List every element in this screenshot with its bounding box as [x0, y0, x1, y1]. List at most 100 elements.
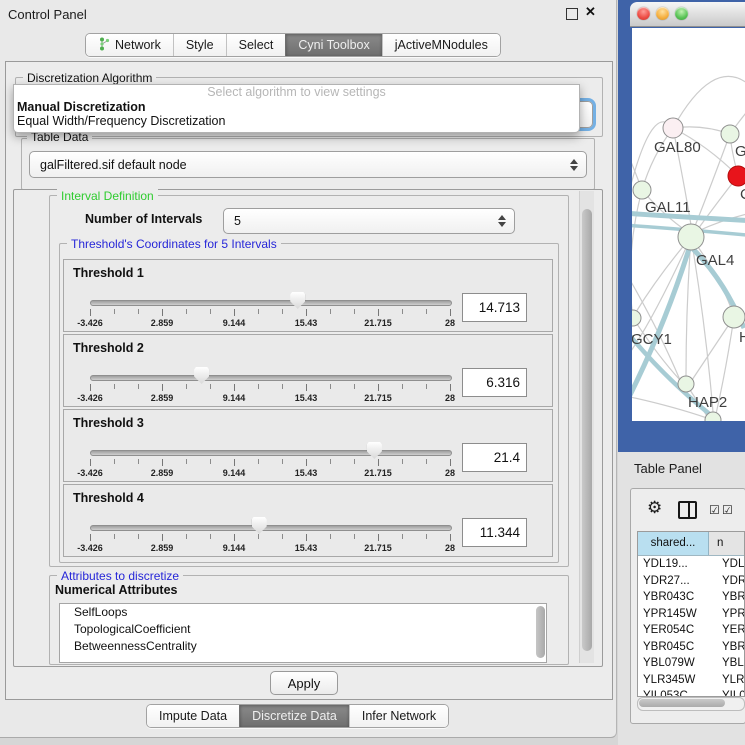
dropdown-option-manual-discretization[interactable]: Manual Discretization [14, 100, 579, 114]
node-attribute-table[interactable]: shared... n YDL19...YDL1YDR27...YDR2YBR0… [637, 531, 745, 697]
threshold-value-field[interactable] [462, 443, 527, 472]
cell-shared-name[interactable]: YBL079W [638, 655, 714, 672]
network-node[interactable] [632, 310, 641, 326]
cell-name[interactable]: YLR3 [714, 672, 744, 689]
threshold-value-field[interactable] [462, 368, 527, 397]
tab-infer-network[interactable]: Infer Network [349, 705, 448, 727]
attribute-item-betweennesscentrality[interactable]: BetweennessCentrality [60, 638, 546, 655]
cell-shared-name[interactable]: YBR045C [638, 639, 714, 656]
slider-track[interactable] [90, 450, 452, 456]
cell-shared-name[interactable]: YIL053C [638, 688, 714, 697]
tab-select[interactable]: Select [226, 34, 286, 56]
float-window-icon[interactable] [566, 8, 578, 20]
slider-handle[interactable] [252, 517, 267, 534]
threshold-value-field[interactable] [462, 293, 527, 322]
close-icon[interactable]: ✕ [585, 4, 596, 20]
network-node[interactable] [663, 118, 683, 138]
column-header-shared-name[interactable]: shared... [638, 532, 709, 555]
cell-name[interactable]: YIL0 [714, 688, 744, 697]
tab-style[interactable]: Style [173, 34, 226, 56]
slider-track[interactable] [90, 375, 452, 381]
table-row[interactable]: YBL079WYBL0 [638, 655, 744, 672]
list-scrollbar-thumb[interactable] [536, 606, 545, 658]
slider-handle[interactable] [194, 367, 209, 384]
table-horizontal-scrollbar[interactable] [637, 697, 745, 711]
cell-shared-name[interactable]: YDL19... [638, 556, 714, 573]
network-node[interactable] [678, 376, 694, 392]
cell-name[interactable]: YBR0 [714, 639, 744, 656]
cell-shared-name[interactable]: YDR27... [638, 573, 714, 590]
slider-handle[interactable] [290, 292, 305, 309]
slider-track[interactable] [90, 525, 452, 531]
table-row[interactable]: YPR145WYPR1 [638, 606, 744, 623]
table-row[interactable]: YLR345WYLR3 [638, 672, 744, 689]
cell-shared-name[interactable]: YLR345W [638, 672, 714, 689]
network-window-titlebar[interactable] [630, 2, 745, 27]
apply-button[interactable]: Apply [270, 671, 338, 695]
zoom-traffic-light-icon[interactable] [675, 7, 688, 20]
panel-scrollbar-thumb[interactable] [582, 209, 592, 651]
tab-impute-data[interactable]: Impute Data [147, 705, 239, 727]
numerical-attributes-label: Numerical Attributes [55, 583, 177, 597]
number-of-intervals-combobox[interactable]: 5 [223, 208, 515, 234]
slider-tick [306, 309, 307, 316]
cell-shared-name[interactable]: YER054C [638, 622, 714, 639]
slider-tick [114, 534, 115, 539]
cell-name[interactable]: YDR2 [714, 573, 744, 590]
tab-cyni-toolbox[interactable]: Cyni Toolbox [285, 34, 381, 56]
table-row[interactable]: YDR27...YDR2 [638, 573, 744, 590]
dropdown-option-equal-width-frequency-discretization[interactable]: Equal Width/Frequency Discretization [14, 114, 579, 128]
cell-shared-name[interactable]: YBR043C [638, 589, 714, 606]
cell-name[interactable]: YBR0 [714, 589, 744, 606]
close-traffic-light-icon[interactable] [637, 7, 650, 20]
table-row[interactable]: YBR045CYBR0 [638, 639, 744, 656]
attribute-item-topologicalcoefficient[interactable]: TopologicalCoefficient [60, 621, 546, 638]
slider-tick-label: 2.859 [132, 393, 192, 403]
slider-tick [354, 384, 355, 389]
table-row[interactable]: YER054CYER0 [638, 622, 744, 639]
numerical-attributes-list[interactable]: SelfLoopsTopologicalCoefficientBetweenne… [59, 603, 547, 663]
threshold-value-field[interactable] [462, 518, 527, 547]
column-header-name[interactable]: n [709, 532, 744, 555]
cell-name[interactable]: YPR1 [714, 606, 744, 623]
slider-handle[interactable] [367, 442, 382, 459]
tab-jactivemnodules[interactable]: jActiveMNodules [382, 34, 500, 56]
minimize-traffic-light-icon[interactable] [656, 7, 669, 20]
table-row[interactable]: YIL053CYIL0 [638, 688, 744, 697]
tab-discretize-data[interactable]: Discretize Data [239, 705, 349, 727]
network-node[interactable] [633, 181, 651, 199]
cell-name[interactable]: YER0 [714, 622, 744, 639]
table-row[interactable]: YBR043CYBR0 [638, 589, 744, 606]
network-node[interactable] [678, 224, 704, 250]
checkbox-select-all-icon[interactable]: ☑ [722, 503, 733, 517]
threshold-label: Threshold 2 [73, 341, 144, 355]
checkbox-select-icon[interactable]: ☑ [709, 503, 720, 517]
tab-network[interactable]: Network [86, 34, 173, 56]
slider-tick-label: 2.859 [132, 318, 192, 328]
table-row[interactable]: YDL19...YDL1 [638, 556, 744, 573]
number-of-intervals-label: Number of Intervals [85, 212, 202, 226]
tab-label: Style [186, 38, 214, 52]
panel-scrollbar[interactable] [579, 191, 594, 663]
network-node[interactable] [723, 306, 745, 328]
cell-name[interactable]: YBL0 [714, 655, 744, 672]
algorithm-group-title: Discretization Algorithm [23, 71, 156, 85]
slider-tick-label: 15.43 [276, 543, 336, 553]
network-node[interactable] [721, 125, 739, 143]
attribute-item-selfloops[interactable]: SelfLoops [60, 604, 546, 621]
dropdown-option-select-algorithm-to-view-settings[interactable]: Select algorithm to view settings [14, 85, 579, 100]
slider-track[interactable] [90, 300, 452, 306]
network-node[interactable] [728, 166, 745, 186]
table-data-combobox[interactable]: galFiltered.sif default node [29, 151, 587, 178]
gear-icon[interactable]: ⚙ [647, 498, 662, 518]
slider-tick [426, 309, 427, 314]
slider-tick [234, 384, 235, 391]
cell-shared-name[interactable]: YPR145W [638, 606, 714, 623]
table-hscrollbar-thumb[interactable] [639, 699, 725, 707]
cell-name[interactable]: YDL1 [714, 556, 744, 573]
network-edge[interactable] [673, 76, 745, 128]
split-columns-icon[interactable] [678, 501, 697, 519]
window-title: Control Panel [8, 7, 87, 22]
tab-label: Network [115, 38, 161, 52]
network-canvas[interactable]: GAL80GACGAL11GAL4GCY1HHAP2 [632, 28, 745, 421]
